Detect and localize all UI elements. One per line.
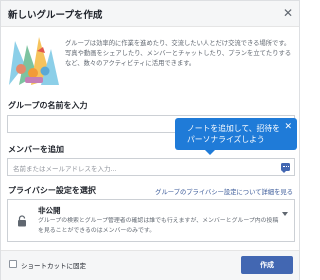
chevron-down-icon[interactable]	[282, 212, 288, 216]
create-group-dialog: 新しいグループを作成 ✕ グループは効率的に作業を進めたり、交流したい人とだけ交…	[0, 0, 300, 280]
dialog-footer: ショートカットに固定 作成	[1, 250, 299, 280]
lock-icon	[18, 215, 26, 227]
intro-section: グループは効率的に作業を進めたり、交流したい人とだけ交流できる場所です。写真や動…	[7, 35, 295, 91]
shortcut-label: ショートカットに固定	[21, 262, 86, 270]
group-illustration	[7, 35, 59, 87]
personalize-tooltip: ノートを追加して、招待をパーソナライズしよう ✕	[175, 118, 297, 155]
privacy-selector[interactable]: 非公開 グループの検索とグループ管理者の確認は誰でも行えますが、メンバーとグルー…	[7, 199, 295, 242]
dialog-header: 新しいグループを作成 ✕	[1, 1, 299, 27]
intro-text: グループは効率的に作業を進めたり、交流したい人とだけ交流できる場所です。写真や動…	[65, 40, 292, 68]
create-button[interactable]: 作成	[241, 256, 293, 274]
privacy-label: プライバシー設定を選択	[8, 186, 96, 195]
message-icon[interactable]	[281, 163, 290, 173]
close-icon[interactable]: ✕	[283, 5, 293, 21]
tooltip-text: ノートを追加して、招待をパーソナライズしよう	[187, 124, 280, 144]
privacy-learn-more-link[interactable]: グループのプライバシー設定について詳細を見る	[155, 187, 293, 196]
tooltip-close-icon[interactable]: ✕	[284, 122, 292, 132]
members-input[interactable]: 名前またはメールアドレスを入力...	[7, 158, 295, 176]
privacy-option-description: グループの検索とグループ管理者の確認は誰でも行えますが、メンバーとグループ内の投…	[38, 218, 279, 235]
members-placeholder: 名前またはメールアドレスを入力...	[13, 165, 117, 173]
privacy-option-title: 非公開	[38, 206, 61, 215]
dialog-title: 新しいグループを作成	[8, 10, 103, 21]
members-label: メンバーを追加	[8, 145, 64, 154]
shortcut-checkbox[interactable]	[9, 260, 17, 268]
group-name-label: グループの名前を入力	[8, 101, 88, 110]
tooltip-arrow	[205, 150, 215, 155]
